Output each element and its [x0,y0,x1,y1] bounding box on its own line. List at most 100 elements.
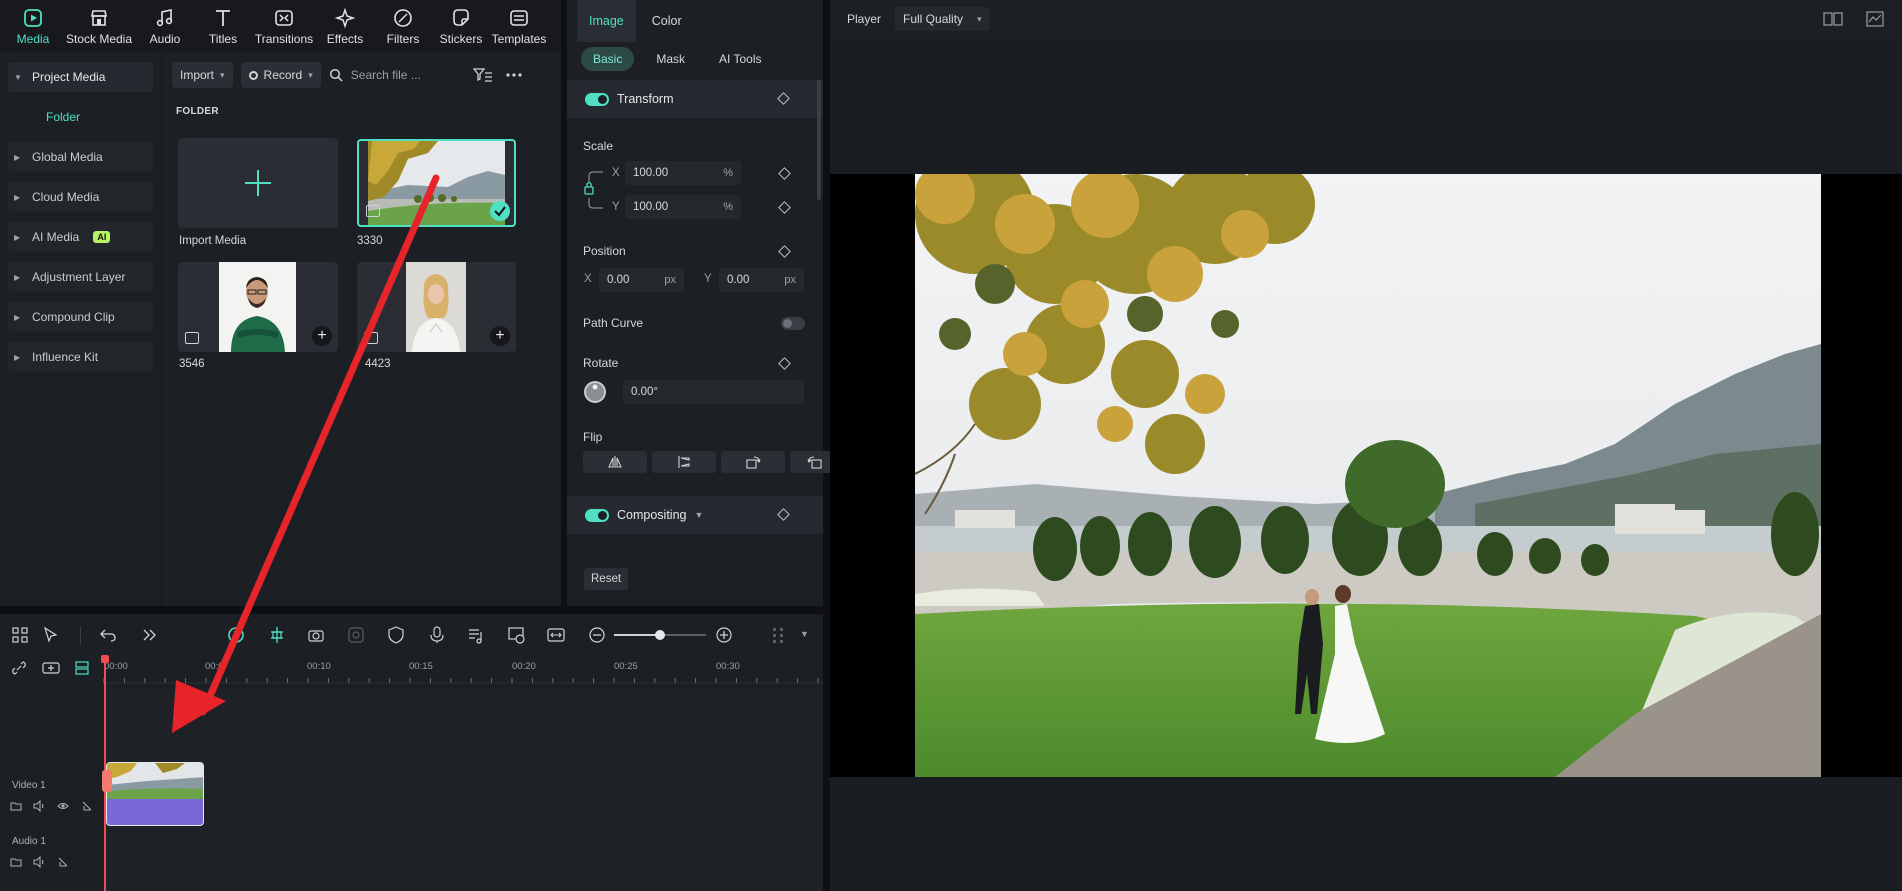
tab-transitions[interactable]: Transitions [252,0,316,52]
flip-vertical-button[interactable] [652,451,716,473]
caret-right-icon: ▶ [14,152,21,162]
auto-ripple-icon[interactable] [227,626,245,644]
tab-media[interactable]: Media [4,0,62,52]
scale-y-field[interactable]: 100.00% [625,195,741,219]
folder-icon[interactable] [10,856,22,868]
tab-templates[interactable]: Templates [490,0,548,52]
audio-mix-icon[interactable] [467,626,485,644]
tab-color[interactable]: Color [640,0,694,42]
property-scrollbar[interactable] [817,80,821,200]
keyframe-icon[interactable] [778,167,791,180]
tab-audio[interactable]: Audio [136,0,194,52]
add-to-timeline-button[interactable]: + [312,326,332,346]
sidebar-item-global-media[interactable]: ▶ Global Media [8,142,153,172]
folder-icon[interactable] [10,800,22,812]
transform-toggle[interactable] [585,92,609,106]
search-input[interactable]: Search file ... [329,62,459,88]
import-button[interactable]: Import ▾ [172,62,233,88]
rotate-dial-icon[interactable] [583,380,607,404]
path-curve-label: Path Curve [583,316,644,330]
keyframe-icon[interactable] [777,508,790,521]
keyframe-icon[interactable] [778,201,791,214]
speaker-icon[interactable] [33,856,45,868]
path-curve-toggle[interactable] [781,317,805,330]
player-viewport[interactable] [830,174,1902,777]
caret-right-icon: ▶ [14,312,21,322]
sidebar-item-cloud-media[interactable]: ▶ Cloud Media [8,182,153,212]
compare-view-icon[interactable] [1823,12,1843,26]
more-tools-icon[interactable] [140,626,158,644]
lock-icon[interactable] [57,856,69,868]
import-media-tile[interactable] [178,138,338,228]
auto-reframe-icon[interactable] [507,626,525,644]
flip-horizontal-button[interactable] [583,451,647,473]
speaker-icon[interactable] [33,800,45,812]
zoom-out-icon[interactable] [588,626,606,644]
undo-icon[interactable] [99,626,117,644]
layout-grid-icon[interactable] [11,626,29,644]
audio-icon [156,8,173,26]
sidebar-item-folder[interactable]: Folder [8,102,153,132]
sidebar-item-compound-clip[interactable]: ▶ Compound Clip [8,302,153,332]
reset-button[interactable]: Reset [584,568,629,590]
microphone-icon[interactable] [428,626,446,644]
transform-section-header[interactable]: Transform [567,80,823,118]
tab-titles[interactable]: Titles [194,0,252,52]
rotate-field[interactable]: 0.00° [623,380,804,404]
scopes-icon[interactable] [1866,11,1884,27]
subtab-basic[interactable]: Basic [581,47,635,71]
compositing-section-header[interactable]: Compositing ▼ [567,496,823,534]
scale-y-value: 100.00 [633,201,669,213]
subtab-ai-tools[interactable]: AI Tools [707,47,773,71]
compositing-toggle[interactable] [585,508,609,522]
position-x-field[interactable]: 0.00 px [599,268,684,292]
eye-icon[interactable] [57,800,69,812]
rotate-right-button[interactable] [721,451,785,473]
shield-icon[interactable] [387,626,405,644]
video-track-label: Video 1 [12,780,46,791]
clip-trim-handle[interactable] [102,770,112,792]
keyframe-icon[interactable] [777,92,790,105]
added-check-icon [490,201,510,221]
position-label: Position [583,244,626,258]
scale-x-field[interactable]: 100.00% [625,161,741,185]
fit-timeline-icon[interactable] [547,626,565,644]
sidebar-item-influence-kit[interactable]: ▶ Influence Kit [8,342,153,372]
tab-stock-media[interactable]: Stock Media [62,0,136,52]
caret-down-icon: ▼ [14,72,22,82]
video-clip[interactable] [106,762,204,826]
media-item-3330[interactable] [357,139,516,227]
motion-track-icon[interactable] [347,626,365,644]
keyframe-icon[interactable] [778,357,791,370]
media-item-3546[interactable]: + [178,262,338,352]
player-label: Player [847,12,882,26]
playhead-handle[interactable] [101,655,109,663]
tab-stickers[interactable]: Stickers [432,0,490,52]
select-tool-icon[interactable] [42,626,60,644]
tab-effects[interactable]: Effects [316,0,374,52]
snap-icon[interactable] [268,626,286,644]
subtab-mask[interactable]: Mask [644,47,697,71]
more-options-icon[interactable] [505,72,523,78]
zoom-slider-handle[interactable] [655,630,665,640]
ai-camera-icon[interactable] [307,626,325,644]
media-item-4423[interactable]: + [357,262,516,352]
track-layout-icon[interactable] [770,626,788,644]
quality-select[interactable]: Full Quality ▾ [895,7,990,31]
tab-filters[interactable]: Filters [374,0,432,52]
image-type-icon [185,332,199,344]
media-thumbnail [219,262,296,352]
chevron-down-icon[interactable]: ▼ [800,629,809,639]
tab-image[interactable]: Image [577,0,636,42]
add-to-timeline-button[interactable]: + [490,326,510,346]
position-y-field[interactable]: 0.00 px [719,268,804,292]
sidebar-item-ai-media[interactable]: ▶ AI Media AI [8,222,153,252]
lock-ratio-icon[interactable] [583,168,605,212]
record-button[interactable]: Record ▾ [240,62,321,88]
sidebar-item-adjustment-layer[interactable]: ▶ Adjustment Layer [8,262,153,292]
filter-sort-icon[interactable] [472,67,493,83]
keyframe-icon[interactable] [778,245,791,258]
lock-icon[interactable] [81,800,93,812]
sidebar-item-project-media[interactable]: ▼ Project Media [8,62,153,92]
zoom-in-icon[interactable] [715,626,733,644]
